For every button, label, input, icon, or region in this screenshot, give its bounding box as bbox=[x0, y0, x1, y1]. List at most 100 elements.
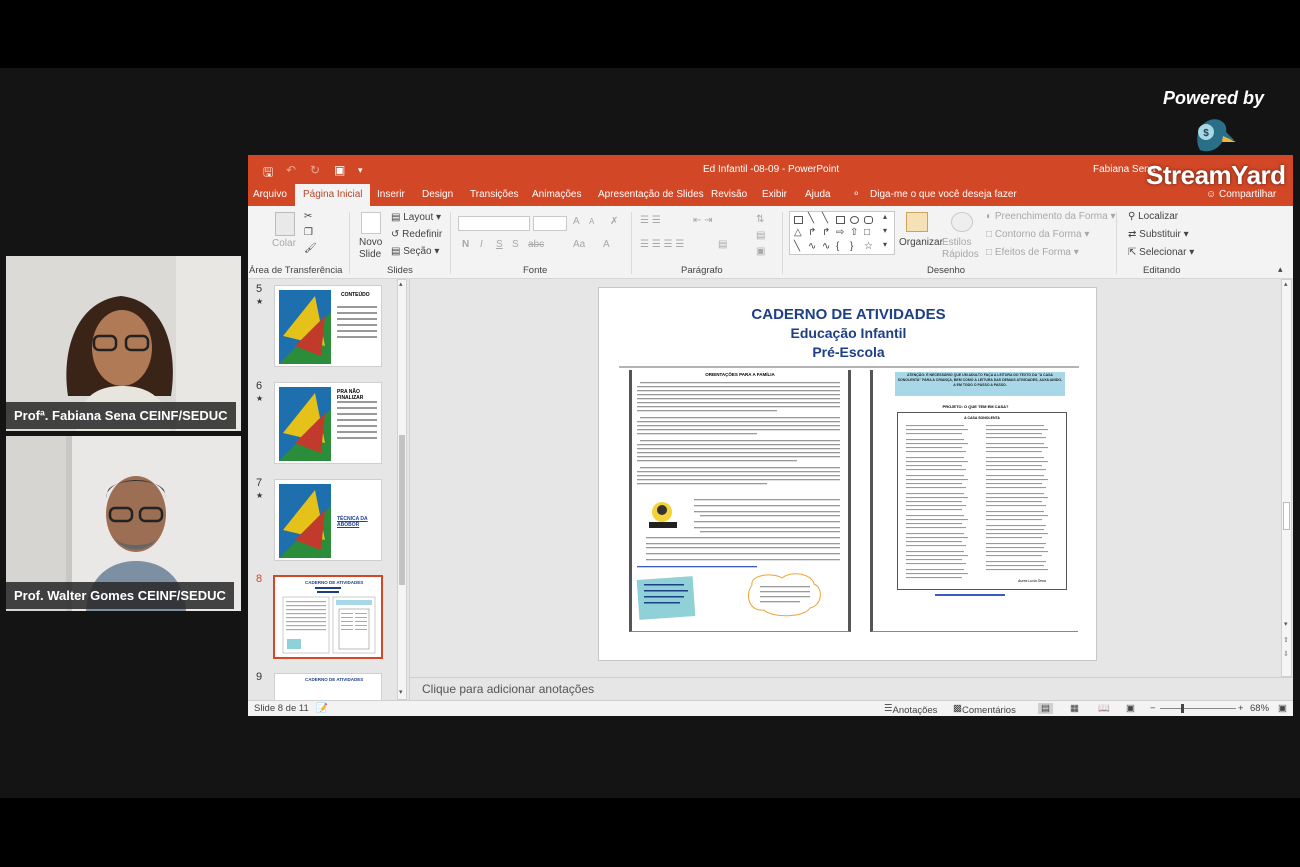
slide-thumbnail-5[interactable]: CONTEÚDO bbox=[274, 285, 382, 367]
rounded-rect-shape-icon[interactable] bbox=[864, 216, 873, 224]
line-shape-icon[interactable]: ╲ bbox=[794, 241, 800, 252]
smartart-icon[interactable]: ▣ bbox=[756, 246, 765, 257]
curve-shape-icon[interactable]: ∿ bbox=[808, 241, 816, 252]
align-icon[interactable]: ☰ ☰ ☰ ☰ bbox=[640, 239, 684, 250]
tell-me-search[interactable]: Diga-me o que você deseja fazer bbox=[870, 189, 1017, 200]
gallery-up-icon[interactable]: ▴ bbox=[883, 212, 887, 221]
oval-shape-icon[interactable] bbox=[850, 216, 859, 224]
font-color-button[interactable]: A bbox=[603, 239, 610, 250]
tab-arquivo[interactable]: Arquivo bbox=[253, 189, 287, 200]
scroll-thumb[interactable] bbox=[1283, 502, 1290, 530]
textbox-shape-icon[interactable] bbox=[794, 216, 803, 224]
quick-styles-icon[interactable] bbox=[951, 212, 973, 232]
indent-icon[interactable]: ⇤ ⇥ bbox=[693, 215, 713, 226]
scroll-down-icon[interactable]: ▾ bbox=[399, 688, 403, 696]
line-shape-icon[interactable]: ╲ bbox=[822, 213, 828, 224]
copy-icon[interactable]: ❐ bbox=[304, 227, 313, 238]
tab-design[interactable]: Design bbox=[422, 189, 453, 200]
tab-ajuda[interactable]: Ajuda bbox=[805, 189, 831, 200]
scroll-down-icon[interactable]: ▾ bbox=[1284, 620, 1288, 628]
slideshow-view-icon[interactable]: ▣ bbox=[1126, 703, 1135, 714]
tab-transicoes[interactable]: Transições bbox=[470, 189, 519, 200]
find-button[interactable]: ⚲ Localizar bbox=[1128, 211, 1178, 222]
tab-exibir[interactable]: Exibir bbox=[762, 189, 787, 200]
start-slideshow-icon[interactable]: ▣ bbox=[334, 163, 345, 177]
callout-shape-icon[interactable]: □ bbox=[864, 227, 870, 238]
section-button[interactable]: ▤ Seção ▾ bbox=[391, 246, 439, 257]
undo-icon[interactable]: ↶ bbox=[286, 163, 296, 177]
change-case-button[interactable]: Aa bbox=[573, 239, 585, 250]
gallery-down-icon[interactable]: ▾ bbox=[883, 226, 887, 235]
notes-toggle[interactable]: ☰ Anotações bbox=[884, 703, 937, 716]
current-slide-canvas[interactable]: CADERNO DE ATIVIDADES Educação Infantil … bbox=[598, 287, 1097, 661]
arrange-button[interactable]: Organizar bbox=[899, 237, 943, 248]
quick-styles-button[interactable]: Estilos Rápidos bbox=[942, 237, 979, 261]
shape-outline-button[interactable]: □ Contorno da Forma ▾ bbox=[986, 229, 1089, 240]
previous-slide-icon[interactable]: ⇧ bbox=[1283, 636, 1289, 644]
slide-sorter-icon[interactable]: ▦ bbox=[1070, 703, 1079, 714]
spelling-icon[interactable]: 📝 bbox=[316, 703, 328, 714]
slide-scrollbar[interactable]: ▴ ▾ ⇧ ⇩ bbox=[1281, 279, 1292, 677]
scroll-thumb[interactable] bbox=[399, 435, 405, 585]
connector-shape-icon[interactable]: ↱ bbox=[822, 227, 830, 238]
thumbnail-scrollbar[interactable]: ▴ ▾ bbox=[397, 279, 407, 700]
slide-thumbnail-8[interactable]: CADERNO DE ATIVIDADES bbox=[273, 575, 383, 659]
notes-pane[interactable]: Clique para adicionar anotações bbox=[410, 677, 1293, 700]
shrink-font-button[interactable]: A bbox=[589, 217, 594, 226]
bullets-icon[interactable]: ☰ ☰ bbox=[640, 215, 661, 226]
new-slide-icon[interactable] bbox=[361, 212, 381, 234]
rectangle-shape-icon[interactable] bbox=[836, 216, 845, 224]
zoom-in-icon[interactable]: + bbox=[1238, 703, 1244, 714]
replace-button[interactable]: ⇄ Substituir ▾ bbox=[1128, 229, 1189, 240]
gallery-more-icon[interactable]: ▾ bbox=[883, 240, 887, 249]
shape-fill-button[interactable]: ◐ Preenchimento da Forma ▾ bbox=[986, 211, 1115, 222]
save-icon[interactable]: 🖫 bbox=[263, 163, 273, 184]
shadow-button[interactable]: S bbox=[512, 239, 519, 250]
star-shape-icon[interactable]: ☆ bbox=[864, 241, 873, 252]
scroll-up-icon[interactable]: ▴ bbox=[399, 280, 403, 288]
redo-icon[interactable]: ↻ bbox=[310, 163, 320, 177]
clear-format-icon[interactable]: ✗ bbox=[610, 216, 618, 227]
scroll-up-icon[interactable]: ▴ bbox=[1284, 280, 1288, 288]
cut-icon[interactable]: ✂ bbox=[304, 211, 312, 222]
customize-toolbar-icon[interactable]: ▾ bbox=[358, 165, 363, 176]
line-shape-icon[interactable]: ╲ bbox=[808, 213, 814, 224]
arrow-shape-icon[interactable]: ⇧ bbox=[850, 227, 858, 238]
zoom-slider[interactable] bbox=[1160, 708, 1236, 709]
arrange-icon[interactable] bbox=[906, 212, 928, 232]
slide-thumbnail-6[interactable]: PRA NÃO FINALIZAR bbox=[274, 382, 382, 464]
italic-button[interactable]: I bbox=[480, 239, 483, 250]
bold-button[interactable]: N bbox=[462, 239, 469, 250]
tab-animacoes[interactable]: Animações bbox=[532, 189, 581, 200]
slide-thumbnail-7[interactable]: TÉCNICA DA ABOBOR bbox=[274, 479, 382, 561]
zoom-out-icon[interactable]: − bbox=[1150, 703, 1156, 714]
brace-shape-icon[interactable]: { bbox=[836, 241, 839, 252]
tab-revisao[interactable]: Revisão bbox=[711, 189, 747, 200]
tab-pagina-inicial[interactable]: Página Inicial bbox=[295, 184, 371, 206]
new-slide-button[interactable]: Novo Slide bbox=[359, 237, 389, 261]
align-text-icon[interactable]: ▤ bbox=[756, 230, 765, 241]
shape-effects-button[interactable]: □ Efeitos de Forma ▾ bbox=[986, 247, 1079, 258]
paste-button[interactable]: Colar bbox=[272, 238, 296, 249]
arrow-shape-icon[interactable]: ⇨ bbox=[836, 227, 844, 238]
font-name-select[interactable] bbox=[458, 216, 530, 231]
font-size-select[interactable] bbox=[533, 216, 567, 231]
reset-button[interactable]: ↺ Redefinir bbox=[391, 229, 442, 240]
zoom-slider-thumb[interactable] bbox=[1181, 704, 1184, 713]
columns-icon[interactable]: ▤ bbox=[718, 239, 727, 250]
shapes-gallery[interactable]: ╲ ╲ △ ↱ ↱ ⇨ ⇧ □ ╲ ∿ ∿ { } ☆ ▴ ▾ ▾ bbox=[789, 211, 895, 255]
text-direction-icon[interactable]: ⇅ bbox=[756, 214, 764, 225]
next-slide-icon[interactable]: ⇩ bbox=[1283, 650, 1289, 658]
brace-shape-icon[interactable]: } bbox=[850, 241, 853, 252]
select-button[interactable]: ⇱ Selecionar ▾ bbox=[1128, 247, 1194, 258]
slide-thumbnail-9[interactable]: CADERNO DE ATIVIDADES bbox=[274, 673, 382, 700]
fit-to-window-icon[interactable]: ▣ bbox=[1278, 703, 1287, 714]
collapse-ribbon-icon[interactable]: ▴ bbox=[1278, 264, 1283, 275]
format-painter-icon[interactable]: 🖌 bbox=[304, 243, 317, 254]
curve-shape-icon[interactable]: ∿ bbox=[822, 241, 830, 252]
paste-icon[interactable] bbox=[275, 212, 295, 236]
reading-view-icon[interactable]: 📖 bbox=[1098, 703, 1110, 714]
strikethrough-button[interactable]: abc bbox=[528, 239, 544, 250]
connector-shape-icon[interactable]: ↱ bbox=[808, 227, 816, 238]
normal-view-icon[interactable]: ▤ bbox=[1038, 703, 1053, 714]
